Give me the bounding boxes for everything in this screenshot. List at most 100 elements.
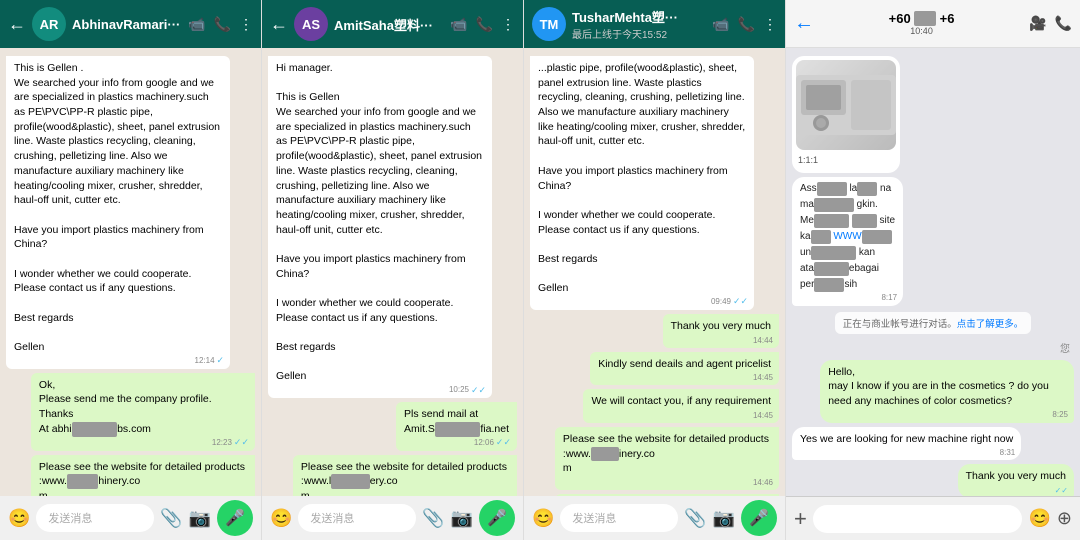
chat-body-2: Hi manager.This is GellenWe searched you… (262, 48, 523, 496)
phone-icon-2[interactable]: 📞 (476, 16, 493, 33)
msg-bubble-looking-for-machine: Yes we are looking for new machine right… (792, 427, 1021, 461)
chat-footer-1: 😊 发送消息 📎 📷 🎤 (0, 496, 261, 540)
chat-footer-2: 😊 发送消息 📎 📷 🎤 (262, 496, 523, 540)
mic-button-1[interactable]: 🎤 (217, 500, 253, 536)
back-button-1[interactable]: ← (8, 14, 26, 35)
msg-time: 8:25 (1052, 409, 1068, 420)
msg-bubble: Thank you very much 14:44 (663, 314, 779, 348)
whatsapp-panel-4: ← +60 ····· +6 10:40 🎥 📞 1:1:1 (786, 0, 1080, 540)
emoji-icon-4b[interactable]: 😊 (1028, 508, 1050, 529)
whatsapp-panel-3: TM TusharMehta塑··· 最后上线于今天15:52 📹 📞 ⋮ ..… (524, 0, 786, 540)
chat-body-1: This is Gellen .We searched your info fr… (0, 48, 261, 496)
msg-bubble: This is Gellen .We searched your info fr… (6, 56, 230, 369)
contact-name-3[interactable]: TusharMehta塑··· (572, 7, 706, 26)
avatar-3: TM (532, 7, 566, 41)
msg-time: 12:14 ✓ (195, 354, 225, 367)
machine-product-image (796, 60, 896, 150)
chat-body-3: ...plastic pipe, profile(wood&plastic), … (524, 48, 785, 496)
msg-bubble: Pls send mail atAmit.S·············fia.n… (396, 402, 517, 450)
contact-status-3: 最后上线于今天15:52 (572, 26, 706, 41)
contact-info-4: +60 ····· +6 10:40 (820, 11, 1023, 36)
msg-bubble-image: 1:1:1 (792, 56, 900, 173)
video-icon-2[interactable]: 📹 (450, 16, 467, 33)
learn-more-link[interactable]: 点击了解更多。 (957, 319, 1024, 330)
avatar-2: AS (294, 7, 328, 41)
msg-time: 14:44 (753, 335, 773, 346)
more-icon-1[interactable]: ⋮ (239, 16, 253, 33)
back-button-4[interactable]: ← (794, 12, 814, 35)
plus-icon-4[interactable]: + (794, 506, 807, 532)
message-input-2[interactable]: 发送消息 (298, 504, 416, 532)
phone-call-icon-4[interactable]: 📞 (1055, 15, 1072, 32)
phone-icon-3[interactable]: 📞 (738, 16, 755, 33)
contact-info-2: AmitSaha塑料··· (334, 15, 444, 34)
video-call-icon-4[interactable]: 🎥 (1029, 15, 1046, 32)
msg-bubble: We will contact you, if any requirement … (583, 389, 779, 423)
contact-name-2[interactable]: AmitSaha塑料··· (334, 15, 444, 34)
msg-bubble: Thank you very much ✓✓ (958, 464, 1074, 496)
msg-bubble: ...plastic pipe, profile(wood&plastic), … (530, 56, 754, 310)
contact-status-4: 10:40 (820, 26, 1023, 36)
msg-time: 12:06 ✓✓ (474, 436, 511, 449)
mic-button-2[interactable]: 🎤 (479, 500, 515, 536)
header-icons-2: 📹 📞 ⋮ (450, 16, 515, 33)
status-banner: 正在与商业帐号进行对话。点击了解更多。 (835, 312, 1032, 334)
msg-bubble: Please see the website for detailed prod… (555, 427, 779, 490)
chat-body-4: 1:1:1 Ass la na ma gkin. Me site ka WWW … (786, 48, 1080, 496)
more-icon-2[interactable]: ⋮ (501, 16, 515, 33)
msg-bubble: can you give me your emai, I sent produc… (555, 494, 779, 496)
msg-bubble: Ass la na ma gkin. Me site ka WWW un kan… (792, 177, 903, 306)
message-input-3[interactable]: 发送消息 (560, 504, 678, 532)
video-icon-1[interactable]: 📹 (188, 16, 205, 33)
attach-icon-2[interactable]: 📎 (422, 508, 444, 529)
mic-button-3[interactable]: 🎤 (741, 500, 777, 536)
chat-header-2: ← AS AmitSaha塑料··· 📹 📞 ⋮ (262, 0, 523, 48)
sender-label: 您 (1060, 340, 1070, 355)
phone-icon-1[interactable]: 📞 (214, 16, 231, 33)
more-icon-3[interactable]: ⋮ (763, 16, 777, 33)
msg-bubble: Ok,Please send me the company profile. T… (31, 373, 255, 451)
chat-footer-4: + 😊 ⊕ (786, 496, 1080, 540)
msg-time: 8:31 (1000, 447, 1016, 458)
whatsapp-panel-1: ← AR AbhinavRamari··· 📹 📞 ⋮ This is Gell… (0, 0, 262, 540)
message-input-4[interactable] (813, 505, 1023, 533)
contact-info-3: TusharMehta塑··· 最后上线于今天15:52 (572, 7, 706, 41)
chat-header-4: ← +60 ····· +6 10:40 🎥 📞 (786, 0, 1080, 48)
header-icons-1: 📹 📞 ⋮ (188, 16, 253, 33)
msg-bubble: Please see the website for detailed prod… (31, 455, 255, 497)
camera-icon-1[interactable]: 📷 (189, 508, 211, 529)
contact-name-4[interactable]: +60 ····· +6 (820, 11, 1023, 26)
header-icons-4: 🎥 📞 (1029, 15, 1072, 32)
emoji-icon-2[interactable]: 😊 (270, 508, 292, 529)
contact-info-1: AbhinavRamari··· (72, 17, 182, 32)
camera-icon-3[interactable]: 📷 (713, 508, 735, 529)
msg-time: 8:17 (881, 292, 897, 303)
msg-time: 10:25 ✓✓ (449, 384, 486, 397)
msg-bubble: Please see the website for detailed prod… (293, 455, 517, 497)
chat-footer-3: 😊 发送消息 📎 📷 🎤 (524, 496, 785, 540)
chat-header-3: TM TusharMehta塑··· 最后上线于今天15:52 📹 📞 ⋮ (524, 0, 785, 48)
attach-icon-1[interactable]: 📎 (160, 508, 182, 529)
attach-icon-3[interactable]: 📎 (684, 508, 706, 529)
msg-time: 12:23 ✓✓ (212, 436, 249, 449)
msg-bubble: Kindly send deails and agent pricelist 1… (590, 352, 779, 386)
msg-time: ✓✓ (1055, 485, 1068, 496)
contact-name-1[interactable]: AbhinavRamari··· (72, 17, 182, 32)
msg-time: 14:45 (753, 410, 773, 421)
emoji-icon-1[interactable]: 😊 (8, 508, 30, 529)
msg-time: 14:45 (753, 372, 773, 383)
msg-bubble: Hello,may I know if you are in the cosme… (820, 360, 1074, 423)
extra-icon-4[interactable]: ⊕ (1057, 508, 1072, 529)
whatsapp-panel-2: ← AS AmitSaha塑料··· 📹 📞 ⋮ Hi manager.This… (262, 0, 524, 540)
msg-time: 09:49 ✓✓ (711, 295, 748, 308)
camera-icon-2[interactable]: 📷 (451, 508, 473, 529)
chat-header-1: ← AR AbhinavRamari··· 📹 📞 ⋮ (0, 0, 261, 48)
msg-bubble: Hi manager.This is GellenWe searched you… (268, 56, 492, 398)
emoji-icon-3[interactable]: 😊 (532, 508, 554, 529)
back-button-2[interactable]: ← (270, 14, 288, 35)
header-icons-3: 📹 📞 ⋮ (712, 16, 777, 33)
video-icon-3[interactable]: 📹 (712, 16, 729, 33)
message-input-1[interactable]: 发送消息 (36, 504, 154, 532)
msg-time: 14:46 (753, 477, 773, 488)
avatar-1: AR (32, 7, 66, 41)
